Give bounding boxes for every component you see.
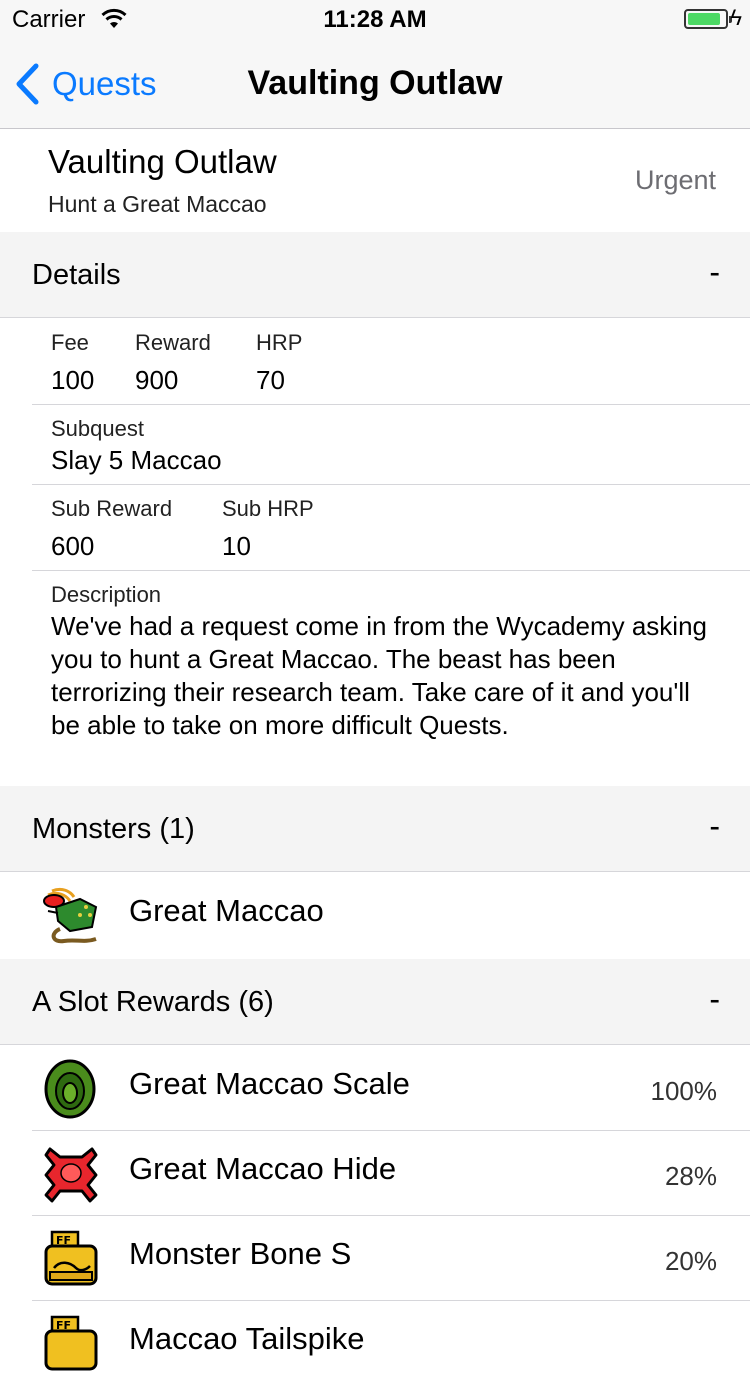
reward-chance: 28% bbox=[664, 1161, 717, 1191]
reward-chance: 100% bbox=[650, 1076, 718, 1106]
sub-reward-label: Sub Reward bbox=[51, 496, 173, 521]
sub-hrp-label: Sub HRP bbox=[222, 496, 314, 521]
fee-label: Fee bbox=[51, 330, 89, 355]
reward-name: Monster Bone S bbox=[129, 1236, 352, 1271]
bone-icon: FF bbox=[40, 1228, 102, 1290]
reward-row[interactable]: FF Monster Bone S 20% bbox=[0, 1216, 750, 1301]
monster-row-great-maccao[interactable]: Great Maccao bbox=[0, 873, 750, 958]
bone-icon: FF bbox=[40, 1313, 102, 1375]
reward-value: 900 bbox=[135, 365, 179, 395]
page-title: Vaulting Outlaw bbox=[247, 64, 503, 102]
quest-name: Vaulting Outlaw bbox=[48, 143, 277, 180]
details-panel: Fee 100 Reward 900 HRP 70 Subquest Slay … bbox=[0, 318, 750, 784]
monster-name: Great Maccao bbox=[129, 893, 324, 928]
section-title: Monsters (1) bbox=[32, 813, 195, 845]
details-section-header[interactable]: Details - bbox=[0, 232, 750, 318]
quest-urgency-tag: Urgent bbox=[634, 165, 716, 195]
status-bar: Carrier 11:28 AM ϟ bbox=[0, 0, 750, 40]
hrp-value: 70 bbox=[256, 365, 285, 395]
quest-goal: Hunt a Great Maccao bbox=[48, 191, 267, 217]
reward-name: Great Maccao Scale bbox=[129, 1066, 410, 1101]
section-title: Details bbox=[32, 259, 121, 291]
collapse-toggle[interactable]: - bbox=[709, 808, 720, 845]
reward-row[interactable]: FF Maccao Tailspike bbox=[0, 1301, 750, 1386]
reward-row[interactable]: Great Maccao Hide 28% bbox=[0, 1131, 750, 1216]
section-title: A Slot Rewards (6) bbox=[32, 986, 274, 1018]
sub-reward-value: 600 bbox=[51, 531, 95, 561]
collapse-toggle[interactable]: - bbox=[709, 981, 720, 1018]
rewards-section-header[interactable]: A Slot Rewards (6) - bbox=[0, 959, 750, 1045]
battery-level bbox=[688, 13, 721, 25]
sub-hrp-value: 10 bbox=[222, 531, 251, 561]
monsters-section-header[interactable]: Monsters (1) - bbox=[0, 786, 750, 872]
subquest-value: Slay 5 Maccao bbox=[51, 445, 222, 475]
battery-icon bbox=[684, 9, 732, 29]
divider bbox=[32, 484, 750, 485]
reward-chance: 20% bbox=[664, 1246, 717, 1276]
reward-label: Reward bbox=[135, 330, 211, 355]
reward-name: Maccao Tailspike bbox=[129, 1321, 365, 1356]
quest-header: Vaulting Outlaw Hunt a Great Maccao Urge… bbox=[0, 129, 750, 231]
description-text: We've had a request come in from the Wyc… bbox=[51, 611, 707, 740]
collapse-toggle[interactable]: - bbox=[709, 254, 720, 291]
scale-icon bbox=[40, 1058, 102, 1120]
reward-name: Great Maccao Hide bbox=[129, 1151, 397, 1186]
subquest-label: Subquest bbox=[51, 416, 144, 441]
divider bbox=[32, 570, 750, 571]
navigation-bar: Quests Vaulting Outlaw bbox=[0, 40, 750, 129]
charging-icon: ϟ bbox=[730, 5, 742, 30]
description-label: Description bbox=[51, 582, 162, 607]
divider bbox=[32, 404, 750, 405]
hrp-label: HRP bbox=[256, 330, 303, 355]
status-time: 11:28 AM bbox=[323, 6, 427, 33]
hide-icon bbox=[40, 1143, 102, 1205]
great-maccao-icon bbox=[40, 885, 102, 947]
reward-row[interactable]: Great Maccao Scale 100% bbox=[0, 1046, 750, 1131]
fee-value: 100 bbox=[51, 365, 95, 395]
